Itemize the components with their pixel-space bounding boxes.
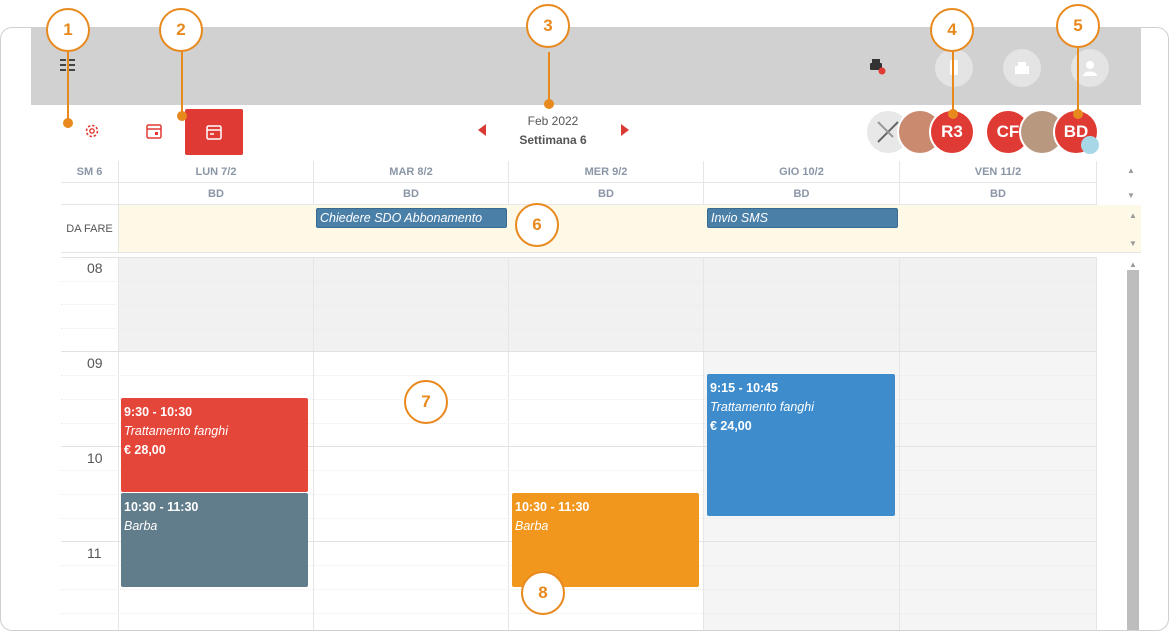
todo-label: DA FARE	[61, 205, 119, 253]
hour-label: 11	[87, 545, 102, 561]
appointment-service: Trattamento fanghi	[124, 424, 228, 438]
day-header-fri[interactable]: VEN 11/2	[900, 161, 1097, 183]
callout-7: 7	[404, 380, 448, 424]
month-label: Feb 2022	[527, 114, 579, 128]
grid-scroll-up[interactable]: ▲	[1129, 260, 1137, 269]
hour-label: 08	[87, 260, 103, 276]
appointment-service: Barba	[515, 519, 549, 533]
cash-register-icon	[1015, 62, 1029, 74]
appointment-time: 10:30 - 11:30	[124, 500, 199, 514]
todo-item[interactable]: Chiedere SDO Abbonamento	[316, 208, 507, 228]
header-scroll-up[interactable]: ▲	[1127, 166, 1135, 175]
sub-header-blank	[61, 183, 119, 205]
calendar-week-icon	[206, 125, 222, 140]
day-header-mon[interactable]: LUN 7/2	[119, 161, 314, 183]
grid-scrollbar[interactable]	[1127, 270, 1139, 630]
hour-label: 10	[87, 450, 103, 466]
week-number: SM 6	[61, 161, 119, 183]
appointment-time: 9:30 - 10:30	[124, 405, 193, 419]
user-icon	[1083, 61, 1097, 76]
operator-thu: BD	[704, 183, 900, 205]
mobile-button[interactable]	[935, 49, 973, 87]
gear-icon[interactable]	[83, 122, 101, 140]
todo-scroll-down[interactable]: ▼	[1129, 239, 1137, 248]
day-header-thu[interactable]: GIO 10/2	[704, 161, 900, 183]
appointment-price: € 28,00	[124, 443, 166, 457]
register-button[interactable]	[1003, 49, 1041, 87]
appointment-service: Barba	[124, 519, 158, 533]
day-header-wed[interactable]: MER 9/2	[509, 161, 704, 183]
appointment-service: Trattamento fanghi	[710, 400, 814, 414]
week-view-button[interactable]	[185, 109, 243, 155]
callout-4: 4	[930, 8, 974, 52]
status-dot	[1081, 136, 1099, 154]
calendar-app: Feb 2022 Settimana 6 R3 CF BD SM 6 LUN 7…	[31, 28, 1141, 630]
operator-mon: BD	[119, 183, 314, 205]
todo-row	[61, 205, 1141, 253]
operator-wed: BD	[509, 183, 704, 205]
appointment[interactable]: 10:30 - 11:30 Barba	[121, 493, 308, 587]
header-scroll-down[interactable]: ▼	[1127, 191, 1135, 200]
week-label: Settimana 6	[519, 133, 587, 147]
appointment-time: 10:30 - 11:30	[515, 500, 590, 514]
prev-icon[interactable]	[478, 124, 486, 136]
todo-item[interactable]: Invio SMS	[707, 208, 898, 228]
operator-tue: BD	[314, 183, 509, 205]
callout-2: 2	[159, 8, 203, 52]
callout-6: 6	[515, 203, 559, 247]
appointment-price: € 24,00	[710, 419, 752, 433]
hour-label: 09	[87, 355, 103, 371]
time-grid: 08 09 10 11 9:30 - 10:30 Trattamento fan…	[61, 257, 1127, 630]
operator-fri: BD	[900, 183, 1097, 205]
calendar-icon[interactable]	[145, 122, 163, 140]
callout-1: 1	[46, 8, 90, 52]
appointment[interactable]: 9:15 - 10:45 Trattamento fanghi € 24,00	[707, 374, 895, 516]
next-icon[interactable]	[621, 124, 629, 136]
mobile-icon	[950, 60, 958, 75]
appointment-time: 9:15 - 10:45	[710, 381, 779, 395]
print-icon[interactable]	[867, 56, 887, 76]
todo-scroll-up[interactable]: ▲	[1129, 211, 1137, 220]
callout-8: 8	[521, 571, 565, 615]
window-frame: Feb 2022 Settimana 6 R3 CF BD SM 6 LUN 7…	[0, 27, 1169, 631]
week-grid: SM 6 LUN 7/2 MAR 8/2 MER 9/2 GIO 10/2 VE…	[61, 161, 1141, 630]
callout-3: 3	[526, 4, 570, 48]
appointment[interactable]: 9:30 - 10:30 Trattamento fanghi € 28,00	[121, 398, 308, 492]
day-header-tue[interactable]: MAR 8/2	[314, 161, 509, 183]
callout-5: 5	[1056, 4, 1100, 48]
